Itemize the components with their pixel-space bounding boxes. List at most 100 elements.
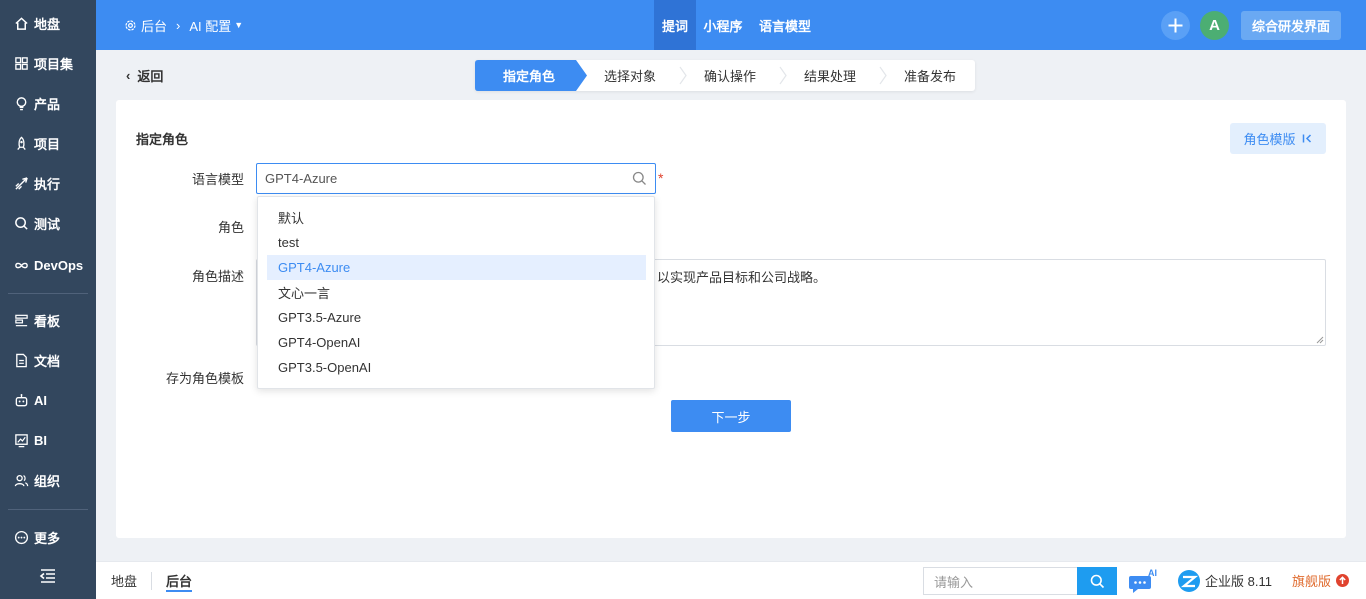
role-label: 角色 <box>217 220 244 235</box>
back-label: 返回 <box>137 68 164 84</box>
sidebar: 地盘 项目集 产品 项目 执行 测试 DevOps 看板 文档 AI BI 组织… <box>0 0 96 599</box>
bottom-divider <box>151 572 152 590</box>
step-chevron-icon <box>779 66 787 85</box>
users-icon <box>14 474 29 486</box>
sidebar-divider <box>8 293 88 294</box>
sidebar-item-label: 看板 <box>34 313 61 329</box>
bottom-bar: 地盘 后台 请输入 AI 企业版 8.11 旗舰版 <box>96 561 1366 599</box>
breadcrumb-root[interactable]: 后台 <box>141 16 167 35</box>
dropdown-option[interactable]: GPT3.5-Azure <box>267 305 646 330</box>
sidebar-item-doc[interactable]: 文档 <box>0 340 96 380</box>
robot-icon <box>15 393 28 406</box>
next-step-button[interactable]: 下一步 <box>671 400 791 432</box>
sidebar-item-devops[interactable]: DevOps <box>0 245 96 285</box>
sidebar-item-label: DevOps <box>34 257 84 273</box>
sidebar-item-bi[interactable]: BI <box>0 420 96 460</box>
sidebar-item-more[interactable]: 更多 <box>0 517 96 557</box>
section-title: 指定角色 <box>136 132 189 147</box>
ai-badge: AI <box>1148 568 1157 578</box>
back-link[interactable]: ‹ 返回 <box>126 66 163 84</box>
role-template-label: 角色模版 <box>1243 132 1296 147</box>
role-template-button[interactable]: 角色模版 <box>1230 123 1326 154</box>
bottom-search-input[interactable]: 请输入 <box>923 567 1077 595</box>
required-mark: * <box>658 170 664 186</box>
sidebar-item-label: 项目 <box>34 136 61 152</box>
sidebar-item-ai[interactable]: AI <box>0 380 96 420</box>
create-button[interactable] <box>1161 11 1190 40</box>
upgrade-flagship-link[interactable]: 旗舰版 <box>1292 562 1350 599</box>
sidebar-item-dashboard[interactable]: 地盘 <box>0 3 96 43</box>
step-chevron-icon <box>879 66 887 85</box>
save-template-label: 存为角色模板 <box>165 371 244 386</box>
edition-label: 企业版 8.11 <box>1205 574 1272 589</box>
tab-language-model[interactable]: 语言模型 <box>754 0 816 50</box>
search-icon <box>632 171 646 185</box>
sidebar-item-label: AI <box>34 392 47 408</box>
top-navbar: 后台 › AI 配置 ▼ 提词 小程序 语言模型 A 综合研发界面 <box>96 0 1366 50</box>
chevron-left-icon: ‹ <box>126 67 131 83</box>
bulb-icon <box>16 96 27 110</box>
model-select[interactable]: GPT4-Azure <box>256 163 656 194</box>
sidebar-item-label: 执行 <box>34 176 61 192</box>
step-result-handling[interactable]: 结果处理 <box>804 60 856 91</box>
more-icon <box>14 530 29 544</box>
infinity-icon <box>15 262 28 268</box>
dropdown-option-selected[interactable]: GPT4-Azure <box>267 255 646 280</box>
breadcrumb-separator-icon: › <box>176 17 181 33</box>
rocket-icon <box>17 136 26 150</box>
step-chevron-icon <box>679 66 687 85</box>
ai-chat-button[interactable]: AI <box>1128 568 1160 595</box>
tab-prompt[interactable]: 提词 <box>654 0 696 50</box>
sidebar-item-project[interactable]: 项目 <box>0 123 96 163</box>
resize-grip-icon[interactable] <box>1316 336 1324 344</box>
sidebar-item-label: 项目集 <box>34 56 74 72</box>
step-select-object[interactable]: 选择对象 <box>604 60 656 91</box>
sidebar-item-product[interactable]: 产品 <box>0 83 96 123</box>
bottom-tab-admin[interactable]: 后台 <box>166 562 192 599</box>
gear-icon <box>125 19 136 31</box>
send-icon <box>15 176 28 190</box>
dropdown-option[interactable]: 默认 <box>267 205 646 230</box>
dropdown-option[interactable]: GPT4-OpenAI <box>267 330 646 355</box>
upgrade-arrow-icon <box>1336 574 1350 587</box>
sidebar-item-program[interactable]: 项目集 <box>0 43 96 83</box>
portal-switch-button[interactable]: 综合研发界面 <box>1241 11 1341 40</box>
sidebar-item-label: BI <box>34 432 47 448</box>
sidebar-item-kanban[interactable]: 看板 <box>0 300 96 340</box>
sidebar-item-execution[interactable]: 执行 <box>0 163 96 203</box>
tab-mini-program[interactable]: 小程序 <box>700 0 746 50</box>
edition-info[interactable]: 企业版 8.11 <box>1177 562 1272 599</box>
bottom-search-button[interactable] <box>1077 567 1117 595</box>
dropdown-option[interactable]: 文心一言 <box>267 280 646 305</box>
role-desc-label: 角色描述 <box>191 269 244 284</box>
sidebar-item-label: 产品 <box>34 96 61 112</box>
sidebar-item-label: 文档 <box>34 353 61 369</box>
step-confirm-action[interactable]: 确认操作 <box>704 60 756 91</box>
grid-icon <box>15 56 28 70</box>
sidebar-item-label: 地盘 <box>34 16 61 32</box>
search-icon <box>15 216 28 230</box>
dropdown-option[interactable]: test <box>267 230 646 255</box>
model-label: 语言模型 <box>191 172 244 187</box>
doc-icon <box>16 353 27 367</box>
step-prepare-publish[interactable]: 准备发布 <box>904 60 956 91</box>
kanban-icon <box>15 314 28 326</box>
breadcrumb: 后台 › AI 配置 ▼ <box>124 0 243 50</box>
flagship-label: 旗舰版 <box>1292 574 1332 589</box>
step-assign-role[interactable]: 指定角色 <box>503 60 555 91</box>
sidebar-divider <box>8 509 88 510</box>
sidebar-item-org[interactable]: 组织 <box>0 460 96 500</box>
chart-icon <box>15 433 28 447</box>
dropdown-option[interactable]: GPT3.5-OpenAI <box>267 355 646 380</box>
plus-icon <box>1168 18 1183 33</box>
sidebar-item-label: 更多 <box>34 530 61 546</box>
role-desc-text: 以实现产品目标和公司战略。 <box>657 270 827 285</box>
bottom-tab-dashboard[interactable]: 地盘 <box>111 562 137 599</box>
sidebar-item-label: 组织 <box>34 473 61 489</box>
sidebar-item-test[interactable]: 测试 <box>0 203 96 243</box>
breadcrumb-current[interactable]: AI 配置 <box>189 16 231 35</box>
avatar[interactable]: A <box>1200 11 1229 40</box>
caret-down-icon[interactable]: ▼ <box>234 20 243 30</box>
home-icon <box>15 16 28 30</box>
collapse-menu-icon[interactable] <box>38 566 58 586</box>
